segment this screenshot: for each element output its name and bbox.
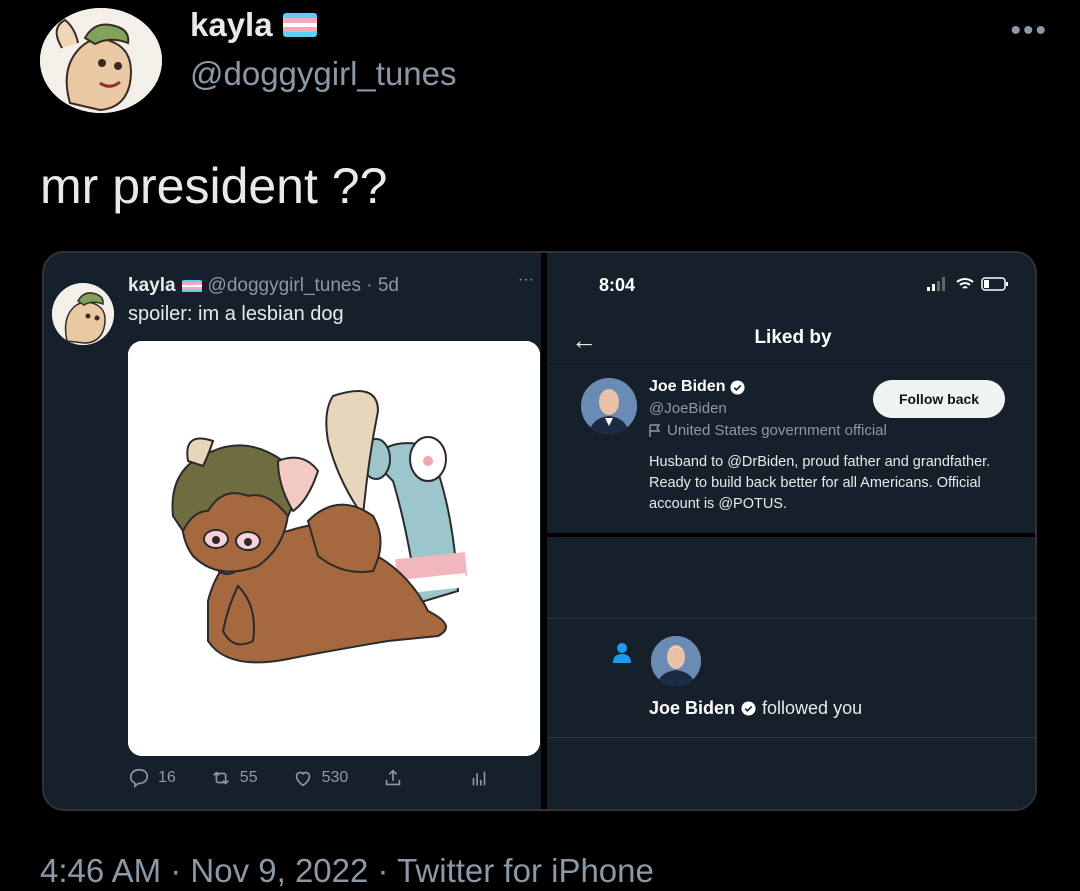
status-icons (927, 277, 1009, 291)
like-button[interactable]: 530 (292, 767, 349, 789)
follow-notification[interactable]: Joe Biden followed you (547, 620, 1035, 738)
trans-flag-icon (181, 279, 202, 293)
verified-badge-icon (730, 379, 745, 395)
profile-avatar[interactable] (40, 8, 162, 113)
phone-status-bar: 8:04 (547, 253, 1035, 315)
like-count: 530 (321, 769, 349, 786)
trans-flag-icon (282, 13, 317, 37)
user-name-text: Joe Biden (649, 378, 726, 395)
embedded-tweet: kayla @doggygirl_tunes · 5d ··· spoiler:… (44, 253, 541, 809)
tweet-actions: 16 55 530 (128, 767, 538, 789)
analytics-icon (472, 771, 486, 786)
tweet-text: mr president ?? (40, 158, 388, 214)
analytics-button[interactable] (468, 767, 490, 789)
retweet-count: 55 (239, 769, 258, 786)
embedded-tweet-header: kayla @doggygirl_tunes · 5d (128, 275, 399, 297)
government-label-text: United States government official (667, 422, 887, 439)
flag-icon (649, 423, 661, 437)
government-label: United States government official (649, 422, 887, 439)
embedded-tweet-text: spoiler: im a lesbian dog (128, 303, 344, 325)
notification-avatar[interactable] (651, 636, 701, 686)
dog-character-drawing (128, 341, 540, 756)
embedded-avatar (52, 283, 114, 345)
embedded-ellipsis-icon: ··· (518, 271, 534, 288)
empty-row (547, 537, 1035, 619)
user-name[interactable]: Joe Biden (649, 378, 745, 396)
retweet-button[interactable]: 55 (210, 767, 258, 789)
user-handle[interactable]: @doggygirl_tunes (190, 55, 457, 93)
share-icon (386, 769, 401, 786)
notification-text: Joe Biden followed you (649, 698, 862, 719)
user-list-item[interactable]: Joe Biden @JoeBiden United States govern… (547, 363, 1035, 533)
reply-count: 16 (158, 769, 176, 786)
notification-action: followed you (762, 698, 863, 718)
retweet-icon (212, 771, 229, 785)
display-name[interactable]: kayla (190, 6, 317, 44)
reply-icon (129, 768, 149, 789)
battery-icon (981, 277, 1008, 291)
signal-icon (927, 277, 945, 291)
person-icon (611, 642, 633, 669)
user-handle: @JoeBiden (649, 400, 727, 417)
liked-by-screen: 8:04 ← Liked by Joe Biden @JoeBiden Unit… (547, 253, 1035, 809)
reply-button[interactable]: 16 (128, 767, 176, 789)
tweet-timestamp[interactable]: 4:46 AM · Nov 9, 2022 · Twitter for iPho… (40, 852, 654, 890)
ellipsis-icon[interactable]: ••• (1010, 14, 1048, 48)
heart-icon (295, 771, 310, 787)
user-bio: Husband to @DrBiden, proud father and gr… (649, 454, 991, 512)
user-avatar[interactable] (581, 378, 637, 434)
embedded-name: kayla (128, 275, 176, 296)
verified-badge-icon (741, 701, 756, 716)
status-time: 8:04 (599, 275, 636, 295)
share-button[interactable] (382, 767, 404, 789)
embedded-handle-time: @doggygirl_tunes · 5d (207, 275, 400, 296)
attached-image[interactable]: kayla @doggygirl_tunes · 5d ··· spoiler:… (42, 251, 1037, 811)
follow-back-button[interactable]: Follow back (873, 380, 1005, 418)
wifi-icon (956, 278, 974, 289)
notification-name: Joe Biden (649, 698, 736, 718)
page-title: Liked by (754, 327, 832, 348)
display-name-text: kayla (190, 6, 273, 43)
